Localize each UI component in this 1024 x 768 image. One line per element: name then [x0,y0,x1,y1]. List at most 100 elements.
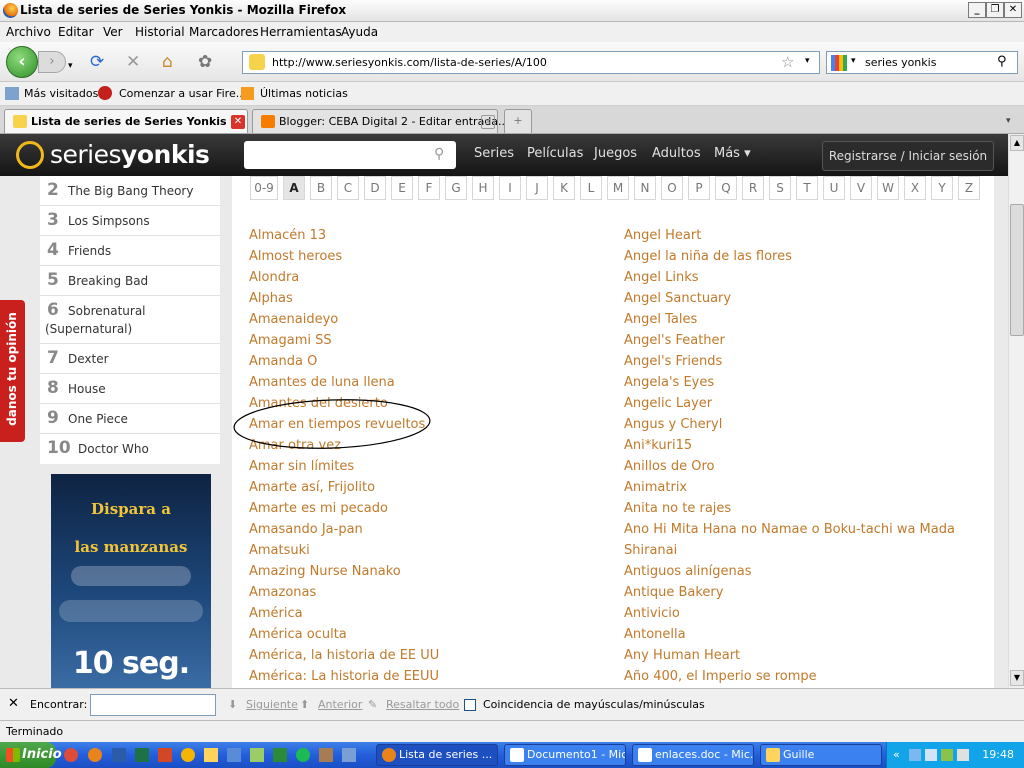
find-input[interactable] [90,694,216,716]
addon-icon[interactable]: ✿ [198,52,212,72]
tray-expand-icon[interactable]: « [893,748,900,761]
tray-app-icon[interactable] [957,749,969,761]
menu-marcadores[interactable]: Marcadores [189,25,259,39]
back-button[interactable]: ‹ [6,46,38,78]
firefox-icon [382,748,396,762]
site-logo[interactable]: seriesyonkis [50,140,210,169]
stop-icon[interactable]: ✕ [126,52,140,72]
nav-juegos[interactable]: Juegos [594,146,637,161]
site-search-icon[interactable]: ⚲ [434,146,444,162]
scroll-thumb[interactable] [1010,204,1024,336]
site-search-input[interactable]: ⚲ [244,141,456,169]
find-next-icon[interactable]: ⬇ [228,698,237,711]
find-prev-icon[interactable]: ⬆ [300,698,309,711]
find-prev-button[interactable]: Anterior [318,698,362,711]
folder-quicklaunch-icon[interactable] [204,748,218,762]
highlight-all-button[interactable]: Resaltar todo [386,698,459,711]
new-tab-button[interactable]: + [504,109,532,133]
tab-blogger[interactable]: Blogger: CEBA Digital 2 - Editar entrada… [252,109,509,133]
word-quicklaunch-icon[interactable] [112,748,126,762]
ranking-item[interactable]: 3 Los Simpsons [40,206,220,236]
taskbar-word-doc1[interactable]: Documento1 - Mic... [504,744,626,766]
close-window-button[interactable]: ✕ [1004,2,1022,18]
navigation-toolbar: › ‹ ▾ ⟳ ✕ ⌂ ✿ http://www.seriesyonkis.co… [0,42,1024,82]
start-button[interactable]: Inicio [0,742,62,768]
home-icon[interactable]: ⌂ [162,52,173,72]
windows-taskbar: Inicio Lista de series ... Documento1 - … [0,742,1024,768]
tab-list-icon[interactable]: ▾ [1006,116,1011,126]
ranking-item[interactable]: 6 Sobrenatural (Supernatural) [40,296,220,344]
search-bar[interactable]: ▾ series yonkis ⚲ [826,51,1018,74]
menu-ayuda[interactable]: Ayuda [341,25,378,39]
tab-favicon-icon [13,115,27,128]
spotify-quicklaunch-icon[interactable] [296,748,310,762]
app-quicklaunch-icon[interactable] [319,748,333,762]
page-viewport: seriesyonkis ⚲ Series Películas Juegos A… [0,134,1008,688]
media-quicklaunch-icon[interactable] [181,748,195,762]
rss-icon [241,87,254,100]
login-button[interactable]: Registrarse / Iniciar sesión [822,141,994,171]
ranking-item[interactable]: 9 One Piece [40,404,220,434]
site-identity-icon[interactable] [249,54,265,70]
highlight-icon[interactable]: ✎ [368,698,377,711]
nav-peliculas[interactable]: Películas [527,146,583,161]
engine-dropdown-icon[interactable]: ▾ [851,56,856,66]
page-scrollbar[interactable]: ▲ ▼ [1008,134,1024,688]
menu-editar[interactable]: Editar [58,25,94,39]
minimize-button[interactable]: _ [968,2,986,18]
tab-seriesyonkis[interactable]: Lista de series de Series Yonkis ✕ [4,109,248,133]
match-case-checkbox[interactable] [464,699,476,711]
taskbar-word-enlaces[interactable]: enlaces.doc - Mic... [632,744,754,766]
close-tab-icon[interactable]: ✕ [481,115,495,129]
nav-adultos[interactable]: Adultos [652,146,701,161]
status-bar: Terminado [0,720,1024,742]
ranking-item[interactable]: 4 Friends [40,236,220,266]
taskbar-folder-guille[interactable]: Guille [760,744,882,766]
taskbar-firefox[interactable]: Lista de series ... [376,744,498,766]
star-icon[interactable]: ☆ [781,53,794,71]
feedback-tab[interactable]: danos tu opinión [0,300,25,442]
match-case-label[interactable]: Coincidencia de mayúsculas/minúsculas [483,698,705,711]
app-quicklaunch-icon[interactable] [250,748,264,762]
ranking-item[interactable]: 8 House [40,374,220,404]
firefox-quicklaunch-icon[interactable] [88,748,102,762]
excel-quicklaunch-icon[interactable] [135,748,149,762]
history-dropdown-icon[interactable]: ▾ [68,56,73,76]
scroll-down-icon[interactable]: ▼ [1010,670,1024,686]
app-quicklaunch-icon[interactable] [273,748,287,762]
url-dropdown-icon[interactable]: ▾ [805,56,810,66]
ranking-item[interactable]: 7 Dexter [40,344,220,374]
ranking-item[interactable]: 10 Doctor Who [40,434,220,464]
nav-series[interactable]: Series [474,146,514,161]
close-find-icon[interactable]: ✕ [8,696,19,711]
google-icon[interactable] [831,55,847,71]
find-next-button[interactable]: Siguiente [246,698,298,711]
menu-archivo[interactable]: Archivo [6,25,51,39]
powerpoint-quicklaunch-icon[interactable] [158,748,172,762]
volume-icon[interactable] [925,749,937,761]
search-icon[interactable]: ⚲ [997,54,1007,69]
forward-button[interactable]: › [38,51,66,73]
menu-historial[interactable]: Historial [135,25,185,39]
advertisement-banner[interactable]: Dispara a las manzanas 10 seg. [51,474,211,688]
bookmark-ultimas-noticias[interactable]: Últimas noticias [260,87,348,100]
ranking-list: 2 The Big Bang Theory 3 Los Simpsons 4 Frie… [40,176,220,464]
reload-icon[interactable]: ⟳ [90,52,104,72]
outlook-quicklaunch-icon[interactable] [227,748,241,762]
scroll-up-icon[interactable]: ▲ [1010,135,1024,151]
maximize-button[interactable]: ❐ [986,2,1004,18]
close-tab-icon[interactable]: ✕ [231,115,245,129]
seriesyonkis-logo-icon[interactable] [16,141,44,169]
bookmark-mas-visitados[interactable]: Más visitados [24,87,98,100]
wifi-icon[interactable] [941,749,953,761]
url-bar[interactable]: http://www.seriesyonkis.com/lista-de-ser… [242,51,820,74]
bookmark-comenzar[interactable]: Comenzar a usar Fire... [119,87,246,100]
nav-mas[interactable]: Más ▾ [714,146,751,161]
menu-herramientas[interactable]: Herramientas [260,25,342,39]
chrome-quicklaunch-icon[interactable] [64,748,78,762]
ranking-item[interactable]: 5 Breaking Bad [40,266,220,296]
ranking-item[interactable]: 2 The Big Bang Theory [40,176,220,206]
app-quicklaunch-icon[interactable] [342,748,356,762]
menu-ver[interactable]: Ver [103,25,123,39]
network-icon[interactable] [909,749,921,761]
